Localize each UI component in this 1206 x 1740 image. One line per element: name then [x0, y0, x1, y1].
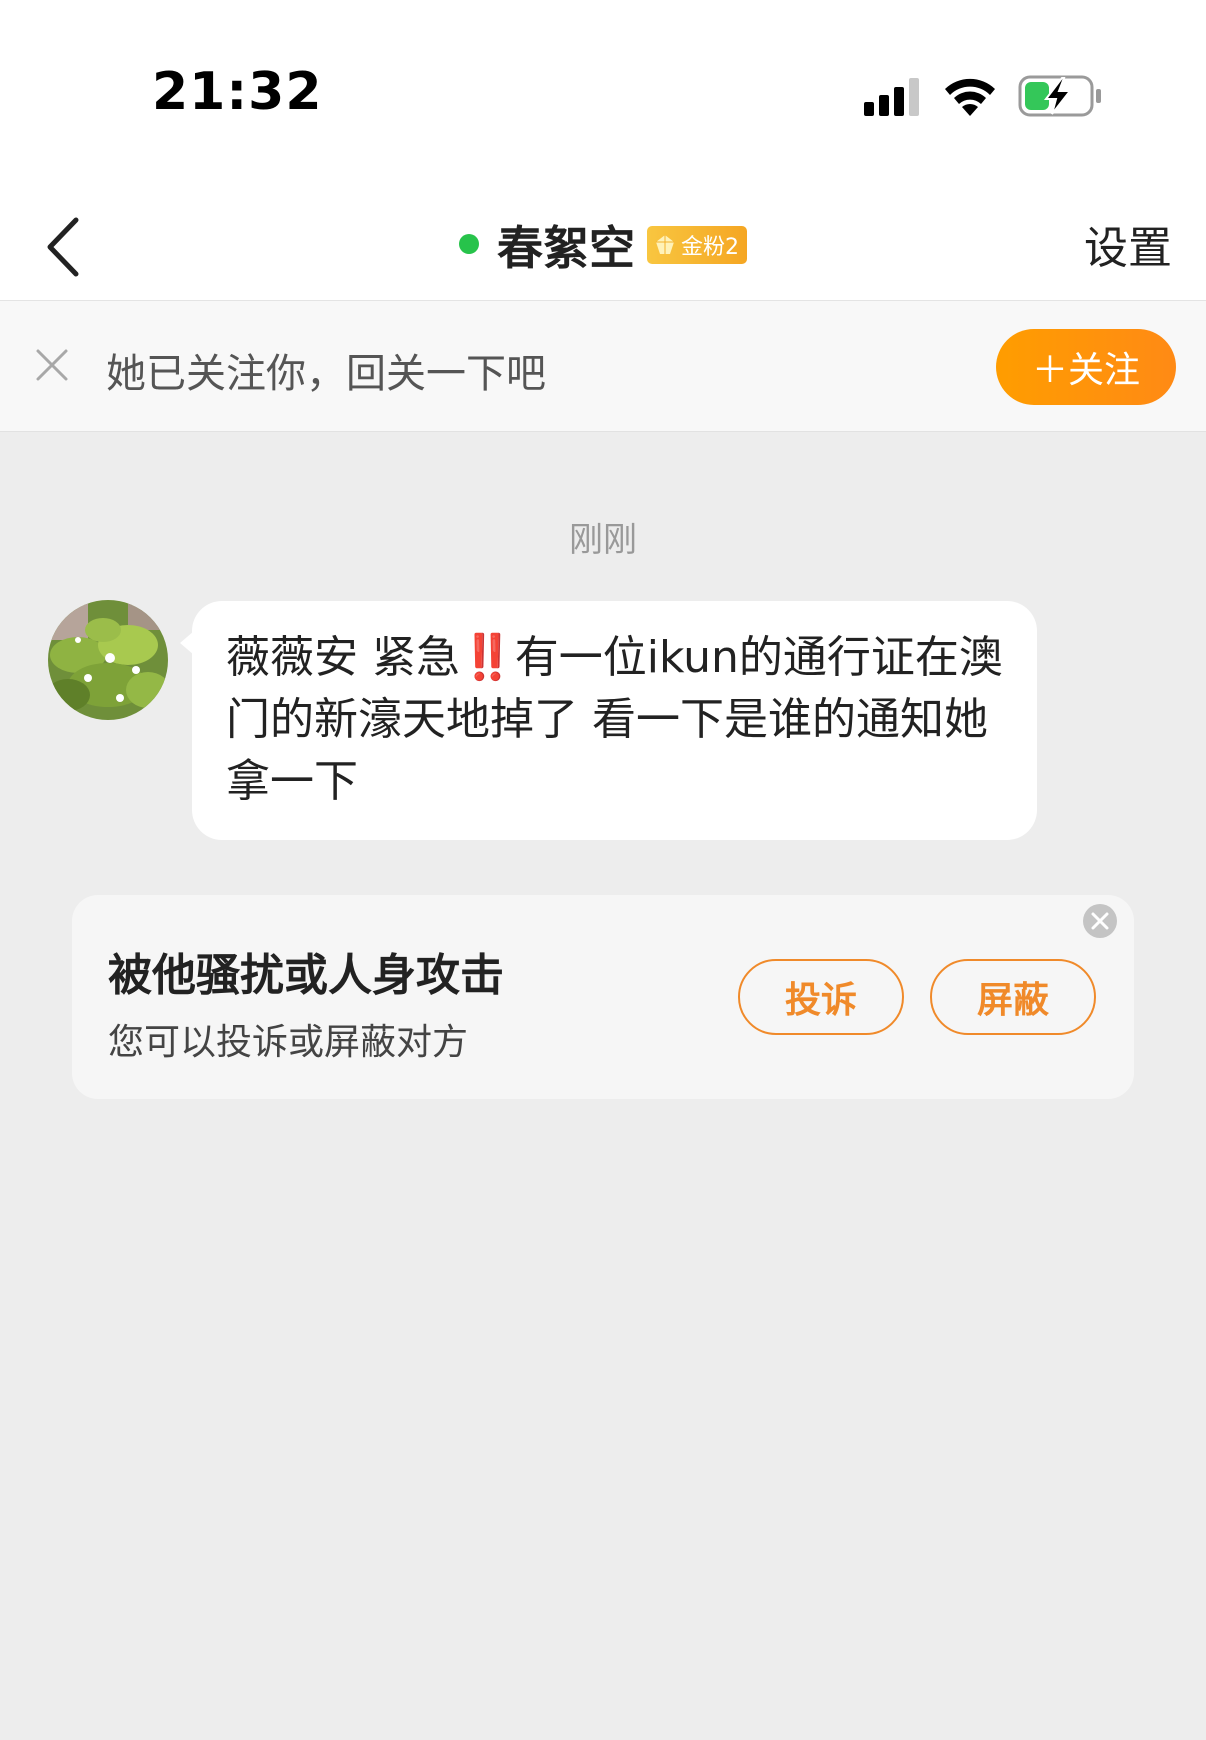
- message-text-part-1: 薇薇安 紧急: [226, 632, 460, 683]
- online-status-icon: [459, 234, 479, 254]
- settings-button[interactable]: 设置: [1084, 212, 1172, 276]
- fan-badge-label: 金粉2: [681, 235, 739, 260]
- nav-title-group: 春絮空 金粉2: [0, 190, 1206, 300]
- follow-back-text: 她已关注你，回关一下吧: [106, 351, 546, 397]
- block-button[interactable]: 屏蔽: [930, 959, 1096, 1035]
- back-button[interactable]: [30, 202, 100, 292]
- card-close-button[interactable]: [1082, 903, 1118, 939]
- close-icon: [36, 349, 68, 381]
- message-text: 薇薇安 紧急‼️有一位ikun的通行证在澳门的新濠天地掉了 看一下是谁的通知她拿…: [226, 627, 1003, 813]
- report-card-subtitle: 您可以投诉或屏蔽对方: [108, 1022, 469, 1063]
- status-bar: 21:32: [0, 0, 1206, 190]
- chevron-left-icon: [47, 217, 79, 277]
- battery-charging-icon: [1018, 75, 1101, 117]
- avatar-image: [48, 600, 168, 720]
- report-card-title: 被他骚扰或人身攻击: [108, 950, 504, 1001]
- wifi-icon: [945, 78, 995, 116]
- bubble-tail: [180, 631, 194, 655]
- harassment-report-card: 被他骚扰或人身攻击 您可以投诉或屏蔽对方 投诉 屏蔽: [72, 895, 1134, 1099]
- nav-bar: 春絮空 金粉2 设置: [0, 190, 1206, 301]
- gem-icon: [656, 235, 674, 254]
- status-time: 21:32: [152, 62, 323, 122]
- follow-button[interactable]: ＋关注: [996, 329, 1176, 405]
- avatar[interactable]: [48, 600, 168, 720]
- close-circle-icon: [1083, 904, 1117, 938]
- message-bubble[interactable]: 薇薇安 紧急‼️有一位ikun的通行证在澳门的新濠天地掉了 看一下是谁的通知她拿…: [180, 601, 1037, 840]
- message-timestamp: 刚刚: [569, 520, 637, 560]
- follow-back-banner: 她已关注你，回关一下吧 ＋关注: [0, 301, 1206, 432]
- double-exclamation-emoji: ‼️: [460, 632, 515, 683]
- banner-close-button[interactable]: [32, 345, 72, 385]
- page-title: 春絮空: [497, 221, 635, 275]
- complain-button[interactable]: 投诉: [738, 959, 904, 1035]
- fan-level-badge: 金粉2: [647, 226, 747, 264]
- cellular-signal-icon: [864, 78, 919, 116]
